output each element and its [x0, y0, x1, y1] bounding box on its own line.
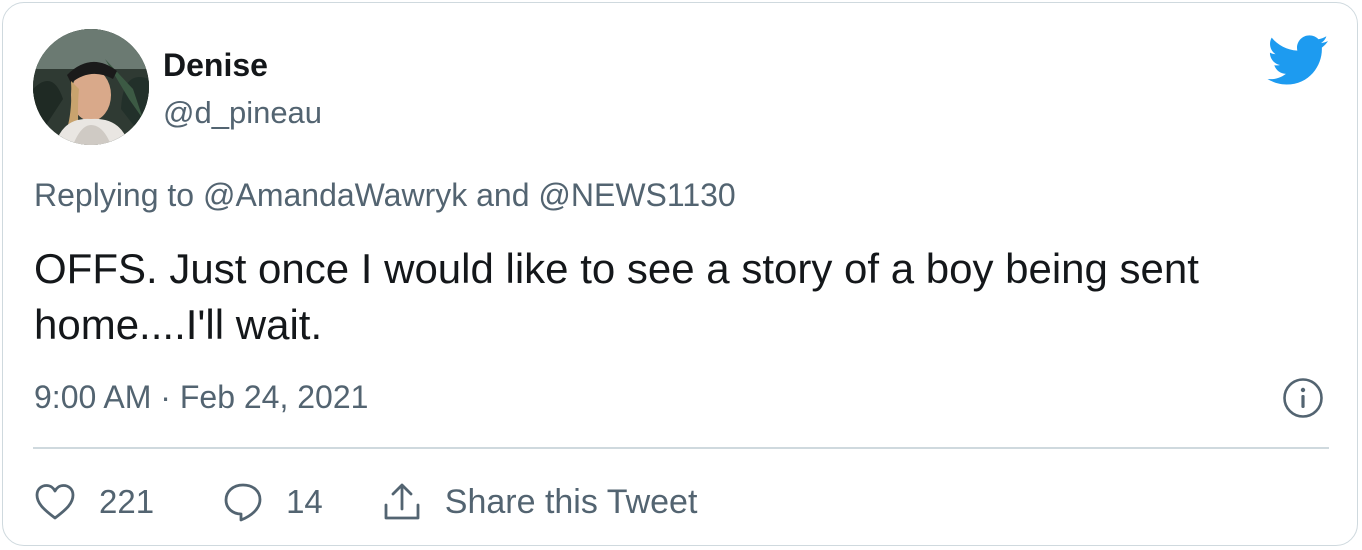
- reply-button[interactable]: 14: [222, 481, 323, 523]
- twitter-bird-icon[interactable]: [1265, 33, 1329, 87]
- like-count: 221: [99, 483, 155, 520]
- action-bar: 221 14 Share this Tweet: [33, 477, 697, 527]
- avatar[interactable]: [33, 29, 149, 145]
- comment-icon: [224, 483, 262, 522]
- info-icon[interactable]: [1282, 377, 1324, 419]
- mention-news1130[interactable]: @NEWS1130: [538, 177, 735, 213]
- avatar-photo: [33, 29, 149, 145]
- replying-prefix: Replying to: [34, 177, 203, 213]
- divider: [33, 447, 1329, 449]
- user-handle[interactable]: @d_pineau: [163, 95, 322, 131]
- replying-conjunction: and: [467, 177, 539, 213]
- tweet-text: OFFS. Just once I would like to see a st…: [34, 245, 1199, 348]
- like-button[interactable]: 221: [33, 482, 154, 522]
- mention-amandawawryk[interactable]: @AmandaWawryk: [203, 177, 467, 213]
- heart-icon: [35, 484, 75, 520]
- share-label: Share this Tweet: [444, 482, 698, 521]
- display-name[interactable]: Denise: [163, 47, 268, 84]
- share-button[interactable]: Share this Tweet: [381, 481, 698, 523]
- tweet-timestamp[interactable]: 9:00 AM · Feb 24, 2021: [34, 379, 368, 416]
- replying-to: Replying to @AmandaWawryk and @NEWS1130: [34, 177, 736, 214]
- share-icon: [384, 483, 420, 520]
- tweet-card: Denise @d_pineau Replying to @AmandaWawr…: [2, 2, 1358, 546]
- reply-count: 14: [286, 483, 323, 520]
